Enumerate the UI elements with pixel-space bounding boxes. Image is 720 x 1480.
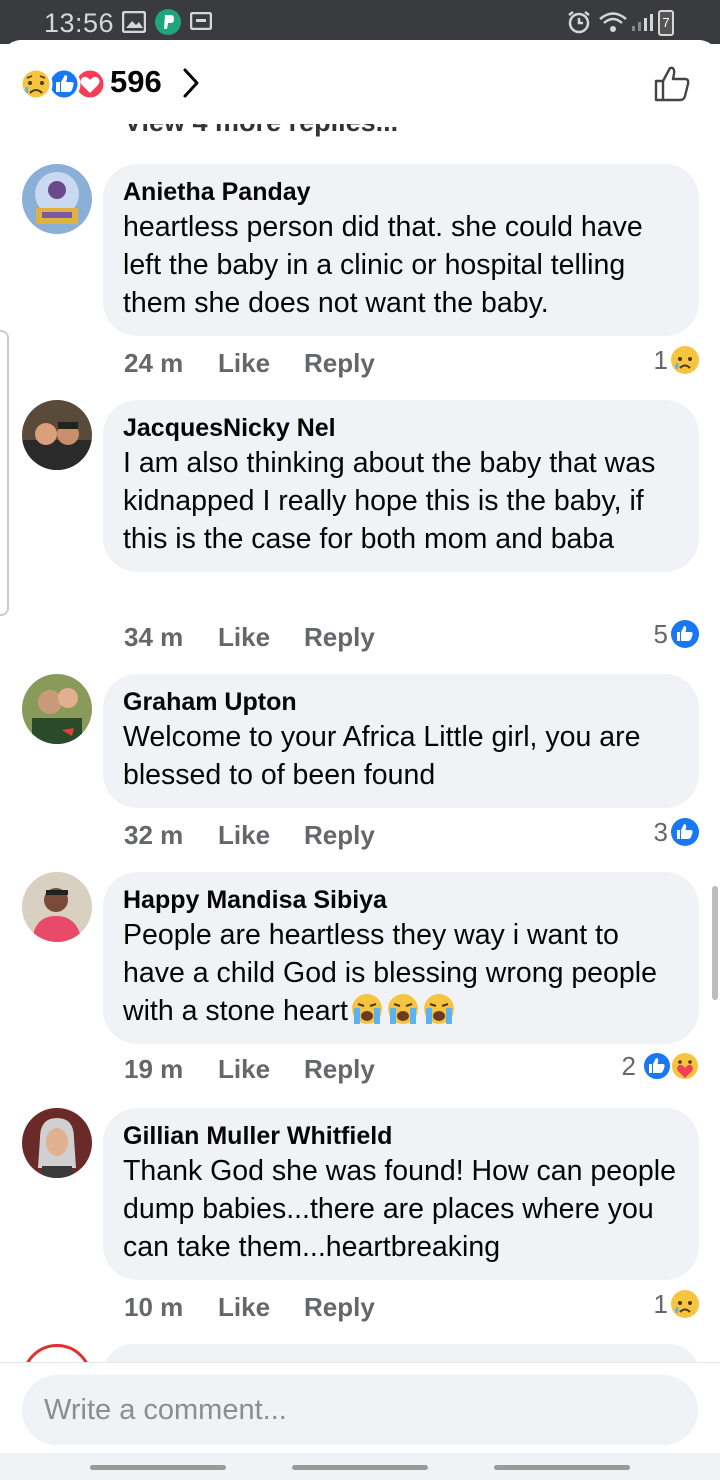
comment-bubble[interactable]: Graham Upton Welcome to your Africa Litt… xyxy=(103,674,699,808)
comment-text: Thank God she was found! How can people … xyxy=(123,1155,676,1263)
comment-composer xyxy=(0,1362,720,1480)
loudly-crying-emoji-icon xyxy=(423,994,454,1024)
edge-panel-handle[interactable] xyxy=(0,330,9,616)
comment-author[interactable]: JacquesNicky Nel xyxy=(123,412,679,444)
comment-reactions[interactable]: 2 xyxy=(610,1051,700,1081)
comment-text: People are heartless they way i want to … xyxy=(123,916,679,1030)
recents-nav-button[interactable] xyxy=(90,1465,226,1470)
like-icon xyxy=(47,67,81,101)
loudly-crying-emoji-icon xyxy=(351,994,382,1024)
reaction-count: 596 xyxy=(110,64,162,99)
like-button[interactable]: Like xyxy=(218,1292,270,1323)
comment-bubble[interactable]: Anietha Panday heartless person did that… xyxy=(103,164,699,336)
status-bar: 13:56 7 xyxy=(0,0,720,44)
comment-bubble[interactable]: Gillian Muller Whitfield Thank God she w… xyxy=(103,1108,699,1280)
avatar[interactable] xyxy=(22,872,92,942)
battery-icon: 7 xyxy=(658,10,674,36)
app-notification-icon xyxy=(155,9,181,35)
comment-author[interactable]: Anietha Panday xyxy=(123,176,679,208)
sad-icon xyxy=(671,1290,699,1318)
like-icon xyxy=(671,620,699,648)
loudly-crying-emoji-icon xyxy=(387,994,418,1024)
gallery-notification-icon xyxy=(122,11,146,33)
comment-text: I am also thinking about the baby that w… xyxy=(123,447,656,555)
like-button[interactable]: Like xyxy=(218,820,270,851)
reaction-count: 5 xyxy=(653,619,668,649)
comment-time[interactable]: 34 m xyxy=(124,622,183,653)
alarm-icon xyxy=(568,11,590,34)
like-button[interactable]: Like xyxy=(218,1054,270,1085)
comment-time[interactable]: 19 m xyxy=(124,1054,183,1085)
like-button[interactable]: Like xyxy=(218,348,270,379)
comment-time[interactable]: 10 m xyxy=(124,1292,183,1323)
reaction-count: 2 xyxy=(621,1051,636,1081)
care-icon xyxy=(670,1051,700,1081)
avatar[interactable] xyxy=(22,400,92,470)
comment-input[interactable] xyxy=(22,1375,698,1445)
comment-time[interactable]: 32 m xyxy=(124,820,183,851)
sad-icon xyxy=(19,67,53,101)
reply-button[interactable]: Reply xyxy=(304,1292,375,1323)
comment-reactions[interactable]: 3 xyxy=(640,817,700,847)
avatar[interactable] xyxy=(22,674,92,744)
comment-author[interactable]: Gillian Muller Whitfield xyxy=(123,1120,679,1152)
thumbs-up-outline-icon[interactable] xyxy=(652,64,692,104)
comment-reactions[interactable]: 1 xyxy=(640,1289,700,1319)
comment-text: Welcome to your Africa Little girl, you … xyxy=(123,721,641,791)
comment-bubble[interactable]: Happy Mandisa Sibiya People are heartles… xyxy=(103,872,699,1044)
message-notification-icon xyxy=(190,12,212,30)
avatar[interactable] xyxy=(22,1108,92,1178)
status-time: 13:56 xyxy=(44,8,115,38)
back-nav-button[interactable] xyxy=(494,1465,630,1470)
signal-icon xyxy=(632,14,653,31)
comments-sheet: 596 View 4 more replies... Anietha Panda… xyxy=(0,40,720,1480)
comment-reactions[interactable]: 5 xyxy=(640,619,700,649)
chevron-right-icon[interactable] xyxy=(180,67,202,99)
reply-button[interactable]: Reply xyxy=(304,1054,375,1085)
reaction-count: 1 xyxy=(653,345,668,375)
like-icon xyxy=(642,1051,672,1081)
like-button[interactable]: Like xyxy=(218,622,270,653)
comment-time[interactable]: 24 m xyxy=(124,348,183,379)
reactions-header[interactable]: 596 xyxy=(0,40,720,124)
home-nav-button[interactable] xyxy=(292,1465,428,1470)
reply-button[interactable]: Reply xyxy=(304,622,375,653)
avatar[interactable] xyxy=(22,164,92,234)
reaction-icons xyxy=(19,67,107,101)
scrollbar-thumb[interactable] xyxy=(712,886,718,1000)
sad-icon xyxy=(671,346,699,374)
comment-text: heartless person did that. she could hav… xyxy=(123,211,643,319)
comment-bubble[interactable]: JacquesNicky Nel I am also thinking abou… xyxy=(103,400,699,572)
comment-author[interactable]: Graham Upton xyxy=(123,686,679,718)
comment-author[interactable]: Happy Mandisa Sibiya xyxy=(123,884,679,916)
reply-button[interactable]: Reply xyxy=(304,348,375,379)
reaction-count: 3 xyxy=(653,817,668,847)
navigation-bar xyxy=(0,1453,720,1480)
reaction-count: 1 xyxy=(653,1289,668,1319)
reply-button[interactable]: Reply xyxy=(304,820,375,851)
comment-reactions[interactable]: 1 xyxy=(640,345,700,375)
wifi-icon xyxy=(599,12,627,32)
battery-level: 7 xyxy=(662,15,670,30)
like-icon xyxy=(671,818,699,846)
